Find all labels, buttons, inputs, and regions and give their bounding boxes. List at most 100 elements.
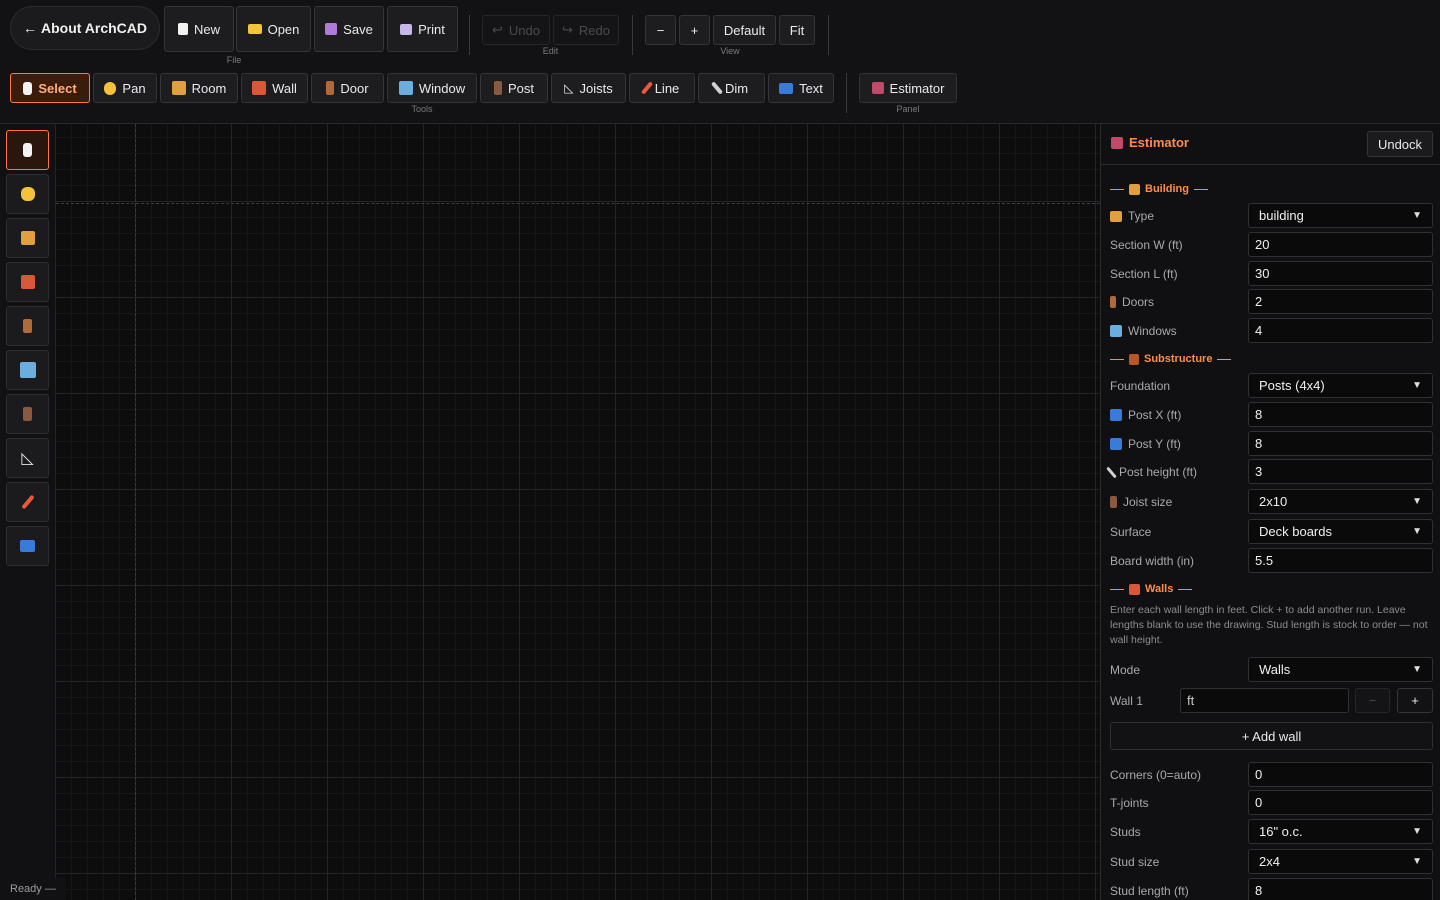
new-button[interactable]: New [164, 6, 234, 52]
redo-button[interactable]: ↪ Redo [553, 15, 619, 45]
wood-post-icon [493, 81, 502, 95]
tool-select-button[interactable]: Select [10, 73, 90, 103]
doors-label: Doors [1110, 295, 1154, 309]
tool-door-icon-button[interactable] [6, 306, 49, 346]
left-right-arrow-icon [1110, 409, 1122, 421]
tool-pan-icon-button[interactable] [6, 174, 49, 214]
type-select[interactable]: building ▼ [1248, 203, 1433, 228]
tool-room-button[interactable]: Room [160, 73, 238, 103]
ruler-icon [710, 81, 723, 95]
panel-group-label: Panel [896, 104, 920, 114]
ruler-icon [1106, 466, 1117, 478]
tool-pan-button[interactable]: Pan [93, 73, 157, 103]
section-l-input[interactable]: 30 [1248, 261, 1433, 286]
post-height-input[interactable]: 3 [1248, 459, 1433, 484]
house-icon [171, 81, 186, 95]
divider [828, 15, 829, 55]
joist-size-select[interactable]: 2x10 ▼ [1248, 489, 1433, 514]
tool-joists-icon-button[interactable]: ◺ [6, 438, 49, 478]
drawing-canvas[interactable] [56, 124, 1100, 900]
tool-window-icon-button[interactable] [6, 350, 49, 390]
tool-post-button[interactable]: Post [480, 73, 548, 103]
section-w-input[interactable]: 20 [1248, 232, 1433, 257]
tool-line-icon-button[interactable] [6, 482, 49, 522]
folder-icon [247, 24, 262, 34]
undo-button[interactable]: ↩ Undo [482, 15, 550, 45]
tool-select-icon-button[interactable] [6, 130, 49, 170]
triangle-ruler-icon: ◺ [564, 81, 574, 95]
post-x-input[interactable]: 8 [1248, 402, 1433, 427]
floppy-disk-icon [325, 23, 338, 35]
tool-text-button[interactable]: Text [768, 73, 834, 103]
panel-title: Estimator [1111, 135, 1189, 150]
tool-text-icon-button[interactable] [6, 526, 49, 566]
divider [469, 15, 470, 55]
wall-1-remove-button[interactable]: − [1355, 688, 1390, 713]
redo-icon: ↪ [562, 22, 573, 37]
section-heading-walls: Walls [1110, 583, 1193, 595]
joist-size-label: Joist size [1110, 495, 1172, 509]
tool-door-button[interactable]: Door [311, 73, 384, 103]
doors-input[interactable]: 2 [1248, 289, 1433, 314]
wall-1-add-button[interactable]: + [1397, 688, 1433, 713]
tool-room-icon-button[interactable] [6, 218, 49, 258]
studs-select[interactable]: 16" o.c. ▼ [1248, 819, 1433, 844]
estimator-panel-button[interactable]: Estimator [859, 73, 957, 103]
stud-size-label: Stud size [1110, 855, 1160, 869]
post-x-label: Post X (ft) [1110, 408, 1181, 422]
chevron-down-icon: ▼ [1412, 496, 1422, 507]
view-group-label: View [720, 46, 740, 56]
tjoints-input[interactable]: 0 [1248, 790, 1433, 815]
zoom-out-button[interactable]: − [645, 15, 676, 45]
add-wall-button[interactable]: + Add wall [1110, 722, 1433, 750]
tool-wall-icon-button[interactable] [6, 262, 49, 302]
top-toolbar: ← About ArchCAD New Open Save Print File… [0, 0, 1440, 124]
window-icon [19, 362, 36, 378]
zoom-in-button[interactable]: + [679, 15, 710, 45]
stud-length-input[interactable]: 8 [1248, 878, 1433, 900]
windows-input[interactable]: 4 [1248, 318, 1433, 343]
tool-wall-button[interactable]: Wall [241, 73, 308, 103]
left-tool-strip: ◺ [0, 124, 56, 900]
fit-view-button[interactable]: Fit [779, 15, 815, 45]
brick-wall-icon [252, 81, 267, 95]
wall-1-length-input[interactable]: ft [1180, 688, 1349, 713]
status-bar: Ready — [0, 878, 66, 900]
tool-window-button[interactable]: Window [387, 73, 477, 103]
chevron-down-icon: ▼ [1412, 526, 1422, 537]
tools-group-label: Tools [411, 104, 433, 114]
window-icon [1110, 325, 1122, 337]
mode-select[interactable]: Walls ▼ [1248, 657, 1433, 682]
post-height-label: Post height (ft) [1106, 465, 1197, 479]
window-icon [398, 81, 413, 95]
stud-size-select[interactable]: 2x4 ▼ [1248, 849, 1433, 874]
tool-joists-button[interactable]: ◺ Joists [551, 73, 626, 103]
file-group-label: File [226, 55, 242, 65]
save-button[interactable]: Save [314, 6, 384, 52]
corners-input[interactable]: 0 [1248, 762, 1433, 787]
door-icon [326, 81, 335, 95]
walls-help-text: Enter each wall length in feet. Click + … [1110, 604, 1428, 646]
tool-dim-button[interactable]: Dim [698, 73, 765, 103]
open-button[interactable]: Open [236, 6, 311, 52]
print-button[interactable]: Print [387, 6, 458, 52]
door-icon [1110, 296, 1116, 308]
undock-button[interactable]: Undock [1367, 131, 1433, 157]
section-heading-substructure: Substructure [1110, 353, 1232, 365]
wall-1-label: Wall 1 [1110, 694, 1143, 708]
foundation-select[interactable]: Posts (4x4) ▼ [1248, 373, 1433, 398]
about-button[interactable]: ← About ArchCAD [10, 6, 160, 50]
tool-post-icon-button[interactable] [6, 394, 49, 434]
house-icon [1110, 210, 1122, 222]
board-width-input[interactable]: 5.5 [1248, 548, 1433, 573]
chevron-down-icon: ▼ [1412, 856, 1422, 867]
post-y-input[interactable]: 8 [1248, 431, 1433, 456]
house-icon [20, 231, 35, 245]
section-w-label: Section W (ft) [1110, 238, 1183, 252]
mode-label: Mode [1110, 663, 1141, 677]
tool-line-button[interactable]: Line [629, 73, 695, 103]
brick-wall-icon [1129, 583, 1140, 595]
default-view-button[interactable]: Default [713, 15, 776, 45]
bar-chart-icon [1111, 136, 1123, 149]
surface-select[interactable]: Deck boards ▼ [1248, 519, 1433, 544]
